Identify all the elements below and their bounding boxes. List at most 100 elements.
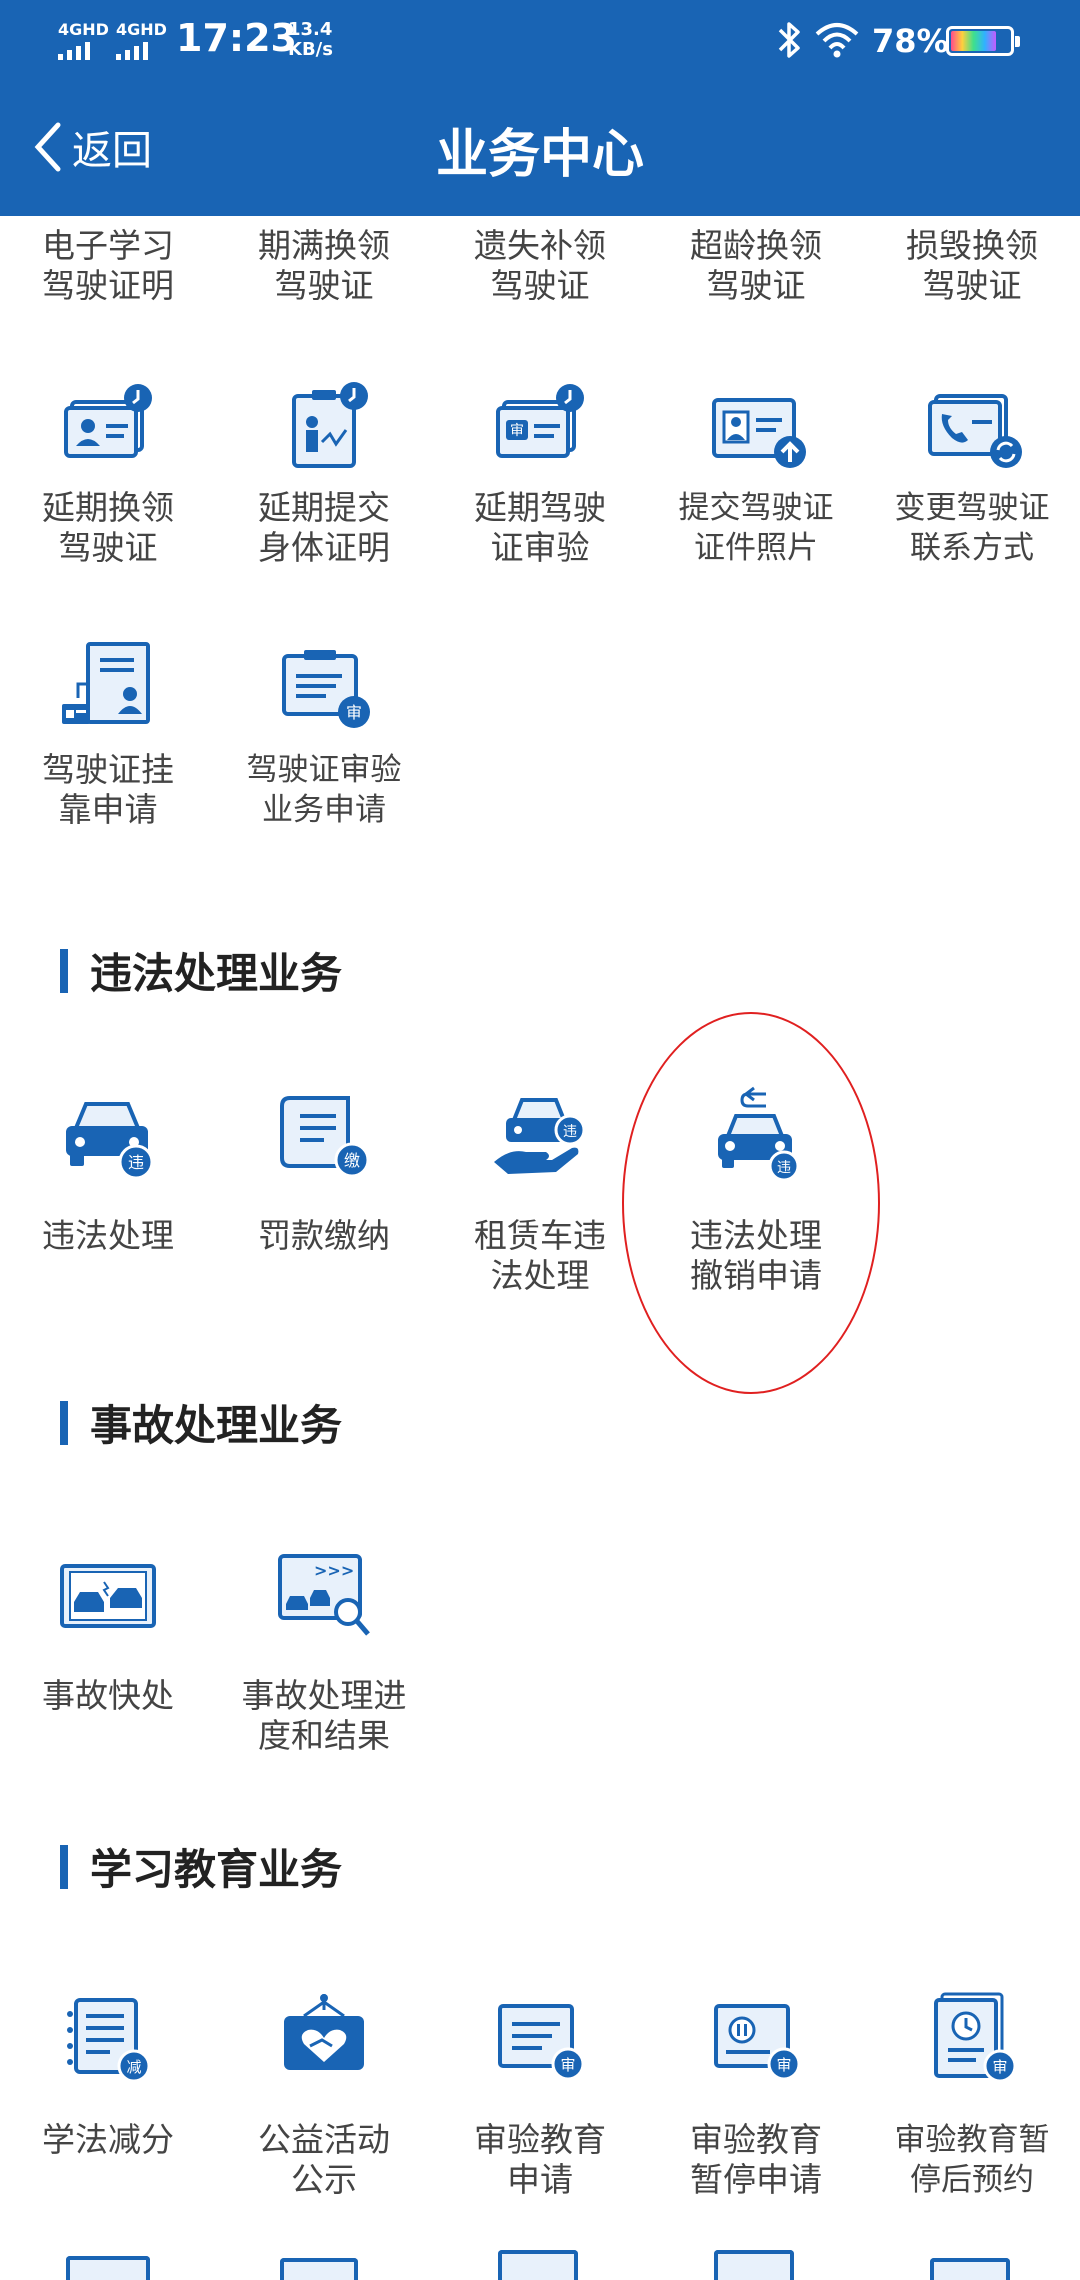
section-header-violation: 违法处理业务 — [60, 940, 342, 1001]
peek-icon — [930, 2258, 1010, 2280]
service-label: 停后预约 — [910, 2162, 1034, 2198]
signal-label-2: 4GHD — [116, 20, 167, 39]
service-label: 学法减分 — [42, 2120, 174, 2159]
section-title: 学习教育业务 — [90, 1845, 343, 1894]
service-label: 事故快处 — [42, 1676, 174, 1715]
photo-upload-icon — [712, 398, 806, 468]
service-label: 驾驶证明 — [42, 266, 174, 305]
health-clock-icon — [292, 382, 368, 468]
review-badge: 审 — [992, 2058, 1007, 2076]
service-label: 变更驾驶证 — [894, 490, 1050, 526]
service-rental-violation[interactable]: 违 租赁车违 法处理 — [432, 1086, 648, 1326]
clock: 17:23 — [176, 16, 297, 60]
service-label: 度和结果 — [258, 1716, 390, 1755]
service-label: 审验教育 — [690, 2120, 822, 2159]
peek-icon — [66, 2256, 150, 2280]
speed-unit: KB/s — [288, 39, 333, 60]
bluetooth-icon — [778, 22, 800, 58]
review-appointment-icon: 审 — [934, 1992, 1017, 2083]
service-label: 驾驶证挂 — [42, 750, 174, 789]
section-accent-bar — [60, 948, 68, 993]
service-label: 法处理 — [490, 1256, 590, 1295]
top-bar: 4GHD 4GHD 17:23 13.4 KB/s 78% 返回 业务中心 — [0, 0, 1080, 216]
service-charity[interactable]: 公益活动 公示 — [216, 1990, 432, 2230]
service-accident-quick[interactable]: 事故快处 — [0, 1546, 216, 1746]
review-badge: 审 — [776, 2056, 791, 2074]
signal-indicator-1: 4GHD — [58, 22, 109, 60]
section-accent-bar — [60, 1400, 68, 1445]
service-fine-payment[interactable]: 缴 罚款缴纳 — [216, 1086, 432, 1286]
payment-badge: 缴 — [344, 1151, 360, 1170]
section-accent-bar — [60, 1844, 68, 1889]
peek-icon — [498, 2250, 578, 2280]
peek-icon — [714, 2250, 794, 2280]
service-label: 延期提交 — [258, 488, 390, 527]
service-study-deduct[interactable]: 减 学法减分 — [0, 1990, 216, 2190]
accident-quick-icon — [60, 1564, 156, 1628]
service-label: 遗失补领 — [474, 226, 606, 265]
service-review-apply[interactable]: 审 驾驶证审验 业务申请 — [216, 638, 432, 838]
partial-service-row: 电子学习 驾驶证明 期满换领 驾驶证 遗失补领 驾驶证 超龄换领 驾驶证 损毁换… — [0, 216, 1080, 336]
network-speed: 13.4 KB/s — [288, 20, 333, 60]
car-violation-icon: 违 — [66, 1102, 154, 1180]
review-badge: 审 — [560, 2056, 575, 2074]
signal-bars-icon — [58, 42, 109, 60]
service-label: 暂停申请 — [690, 2160, 822, 2199]
peek-icon — [280, 2258, 358, 2280]
service-review-pause[interactable]: 审 审验教育 暂停申请 — [648, 1990, 864, 2230]
service-label: 审验教育 — [474, 2120, 606, 2159]
red-highlight-circle — [622, 1012, 880, 1394]
service-label: 事故处理进 — [241, 1676, 407, 1715]
service-label: 证件照片 — [694, 530, 818, 566]
service-label: 驾驶证 — [274, 266, 374, 305]
status-bar: 4GHD 4GHD 17:23 13.4 KB/s 78% — [0, 0, 1080, 80]
service-label: 申请 — [507, 2160, 573, 2199]
service-label: 驾驶证审验 — [246, 752, 402, 788]
affiliation-icon — [62, 642, 150, 724]
service-label: 超龄换领 — [690, 226, 822, 265]
service-label: 身体证明 — [258, 528, 390, 567]
signal-bars-icon — [116, 42, 167, 60]
service-label: 证审验 — [490, 528, 590, 567]
service-accident-progress[interactable]: >>> 事故处理进 度和结果 — [216, 1546, 432, 1786]
service-review-delay[interactable]: 审 延期驾驶 证审验 — [432, 376, 648, 576]
study-deduct-icon: 减 — [67, 1998, 151, 2083]
service-photo-submit[interactable]: 提交驾驶证 证件照片 — [648, 376, 864, 576]
service-label: 电子学习 — [42, 226, 174, 265]
service-label: 驾驶证 — [922, 266, 1022, 305]
battery-icon — [946, 26, 1020, 56]
service-label: 租赁车违 — [474, 1216, 606, 1255]
service-label: 公示 — [291, 2160, 357, 2199]
service-label: 驾驶证 — [490, 266, 590, 305]
review-clock-icon: 审 — [496, 384, 584, 458]
deduct-badge: 减 — [126, 2058, 141, 2076]
service-health-proof-delay[interactable]: 延期提交 身体证明 — [216, 376, 432, 576]
svg-text:审: 审 — [510, 423, 524, 439]
service-review-appointment[interactable]: 审 审验教育暂 停后预约 — [864, 1990, 1080, 2230]
section-header-education: 学习教育业务 — [60, 1836, 342, 1897]
page-title: 业务中心 — [435, 125, 644, 185]
service-label: 审验教育暂 — [894, 2122, 1050, 2158]
battery-percent: 78% — [872, 22, 949, 60]
review-edu-icon: 审 — [498, 2004, 585, 2081]
service-contact-change[interactable]: 变更驾驶证 联系方式 — [864, 376, 1080, 576]
service-review-education[interactable]: 审 审验教育 申请 — [432, 1990, 648, 2230]
section-title: 违法处理业务 — [90, 949, 343, 998]
service-affiliation[interactable]: 驾驶证挂 靠申请 — [0, 638, 216, 838]
service-label: 延期驾驶 — [474, 488, 606, 527]
svg-text:审: 审 — [346, 703, 362, 722]
violation-badge: 违 — [128, 1153, 144, 1172]
wifi-icon — [815, 23, 859, 58]
service-label: 违法处理 — [42, 1216, 174, 1255]
service-label: 期满换领 — [258, 226, 390, 265]
speed-value: 13.4 — [288, 19, 333, 40]
service-license-renew-delay[interactable]: 延期换领 驾驶证 — [0, 376, 216, 576]
violation-badge: 违 — [563, 1124, 577, 1140]
phone-change-icon — [928, 394, 1022, 468]
fine-payment-icon: 缴 — [280, 1096, 370, 1178]
review-apply-icon: 审 — [282, 650, 370, 728]
service-list[interactable]: 电子学习 驾驶证明 期满换领 驾驶证 遗失补领 驾驶证 超龄换领 驾驶证 损毁换… — [0, 216, 1080, 2280]
service-violation-handle[interactable]: 违 违法处理 — [0, 1086, 216, 1286]
section-header-accident: 事故处理业务 — [60, 1392, 342, 1453]
signal-indicator-2: 4GHD — [116, 22, 167, 60]
